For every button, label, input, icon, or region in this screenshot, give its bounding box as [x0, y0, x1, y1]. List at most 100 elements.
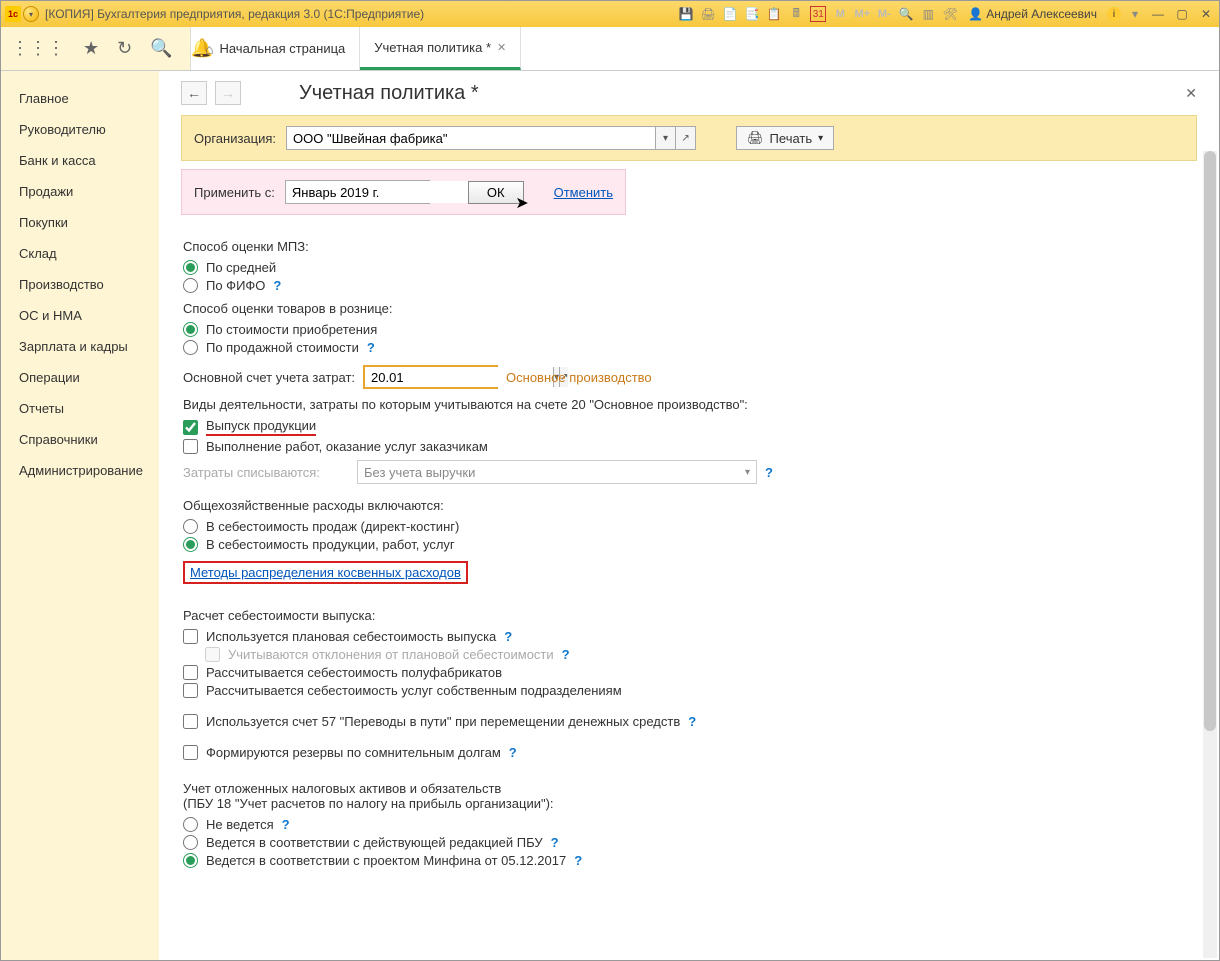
save-icon[interactable]: 💾 [678, 6, 694, 22]
history-icon[interactable]: ↻ [117, 38, 132, 59]
tab-home[interactable]: ⌂ Начальная страница [191, 27, 360, 70]
search-icon[interactable]: 🔍 [150, 38, 172, 59]
semiproducts-check[interactable] [183, 665, 198, 680]
overhead-direct-radio[interactable] [183, 519, 198, 534]
nav-main[interactable]: Главное [1, 83, 159, 114]
memory-mminus-icon[interactable]: M- [876, 6, 892, 22]
nav-assets[interactable]: ОС и НМА [1, 300, 159, 331]
calculator-icon[interactable]: 🖩 [788, 6, 804, 22]
memory-mplus-icon[interactable]: M+ [854, 6, 870, 22]
calendar-icon[interactable]: 31 [810, 6, 826, 22]
help-icon[interactable]: ? [282, 817, 290, 832]
apps-icon[interactable]: ⋮⋮⋮ [11, 38, 65, 59]
apply-date-field[interactable]: … [285, 180, 430, 204]
retail-sale-label: По продажной стоимости [206, 340, 359, 355]
nav-warehouse[interactable]: Склад [1, 238, 159, 269]
deferred-none-radio[interactable] [183, 817, 198, 832]
window-titlebar: 1c ▾ [КОПИЯ] Бухгалтерия предприятия, ре… [1, 1, 1219, 27]
deferred-label-2: (ПБУ 18 "Учет расчетов по налогу на приб… [183, 796, 1195, 811]
dropdown-icon[interactable]: ▾ [1127, 6, 1143, 22]
print-icon[interactable]: 🖨 [700, 6, 716, 22]
tab-accounting-policy[interactable]: Учетная политика * ✕ [360, 27, 521, 70]
help-icon[interactable]: ? [504, 629, 512, 644]
copy-icon[interactable]: 📋 [766, 6, 782, 22]
account57-check[interactable] [183, 714, 198, 729]
output-products-label: Выпуск продукции [206, 418, 316, 436]
nav-bank[interactable]: Банк и касса [1, 145, 159, 176]
mpz-fifo-radio[interactable] [183, 278, 198, 293]
deferred-project-radio[interactable] [183, 853, 198, 868]
print-button[interactable]: 🖨 Печать ▾ [736, 126, 834, 150]
tools-icon[interactable]: 🛠 [942, 6, 958, 22]
help-icon[interactable]: ? [688, 714, 696, 729]
app-menu-icon[interactable]: ▾ [23, 6, 39, 22]
planned-cost-label: Используется плановая себестоимость выпу… [206, 629, 496, 644]
retail-cost-radio[interactable] [183, 322, 198, 337]
printer-icon: 🖨 [747, 130, 764, 146]
cost-account-field[interactable]: ▾ ↗ [363, 365, 498, 389]
nav-operations[interactable]: Операции [1, 362, 159, 393]
help-icon[interactable]: ? [367, 340, 375, 355]
window-title: [КОПИЯ] Бухгалтерия предприятия, редакци… [45, 7, 424, 21]
nav-back-button[interactable]: ← [181, 81, 207, 105]
minimize-button[interactable]: — [1149, 6, 1167, 22]
zoom-icon[interactable]: 🔍 [898, 6, 914, 22]
mpz-avg-radio[interactable] [183, 260, 198, 275]
planned-cost-check[interactable] [183, 629, 198, 644]
output-products-check[interactable] [183, 420, 198, 435]
close-window-button[interactable]: ✕ [1197, 6, 1215, 22]
help-icon[interactable]: ? [562, 647, 570, 662]
close-page-button[interactable]: ✕ [1185, 85, 1197, 102]
retail-sale-radio[interactable] [183, 340, 198, 355]
services-check[interactable] [183, 439, 198, 454]
help-icon[interactable]: ? [509, 745, 517, 760]
open-ref-icon[interactable]: ↗ [675, 127, 695, 149]
maximize-button[interactable]: ▢ [1173, 6, 1191, 22]
mpz-fifo-label: По ФИФО [206, 278, 265, 293]
user-name: Андрей Алексеевич [986, 7, 1097, 21]
ok-label: ОК [487, 185, 505, 200]
favorite-icon[interactable]: ★ [83, 38, 99, 59]
document-icon[interactable]: 📄 [722, 6, 738, 22]
deferred-pbu-radio[interactable] [183, 835, 198, 850]
apply-date-input[interactable] [286, 181, 474, 203]
nav-reports[interactable]: Отчеты [1, 393, 159, 424]
indirect-methods-link[interactable]: Методы распределения косвенных расходов [190, 565, 461, 580]
vertical-scrollbar[interactable] [1203, 151, 1217, 958]
nav-hr[interactable]: Зарплата и кадры [1, 331, 159, 362]
compare-icon[interactable]: 📑 [744, 6, 760, 22]
chevron-down-icon[interactable]: ▾ [655, 127, 675, 149]
scrollbar-thumb[interactable] [1204, 151, 1216, 731]
tab-label: Учетная политика * [374, 40, 491, 55]
user-badge[interactable]: 👤 Андрей Алексеевич [968, 7, 1097, 21]
memory-m-icon[interactable]: M [832, 6, 848, 22]
nav-manager[interactable]: Руководителю [1, 114, 159, 145]
deferred-label-1: Учет отложенных налоговых активов и обяз… [183, 781, 1195, 796]
info-icon[interactable]: i [1107, 7, 1121, 21]
writeoff-select: Без учета выручки ▾ [357, 460, 757, 484]
apply-from-label: Применить с: [194, 185, 275, 200]
organization-field[interactable]: ▾ ↗ [286, 126, 696, 150]
retail-cost-label: По стоимости приобретения [206, 322, 377, 337]
help-icon[interactable]: ? [765, 465, 773, 480]
nav-catalogs[interactable]: Справочники [1, 424, 159, 455]
writeoff-value: Без учета выручки [364, 465, 475, 480]
help-icon[interactable]: ? [574, 853, 582, 868]
overhead-cost-radio[interactable] [183, 537, 198, 552]
reserves-check[interactable] [183, 745, 198, 760]
close-tab-icon[interactable]: ✕ [497, 41, 506, 54]
own-services-check[interactable] [183, 683, 198, 698]
help-icon[interactable]: ? [551, 835, 559, 850]
help-icon[interactable]: ? [273, 278, 281, 293]
nav-production[interactable]: Производство [1, 269, 159, 300]
nav-admin[interactable]: Администрирование [1, 455, 159, 486]
mpz-label: Способ оценки МПЗ: [183, 239, 1195, 254]
own-services-label: Рассчитывается себестоимость услуг собст… [206, 683, 622, 698]
cancel-link[interactable]: Отменить [554, 185, 613, 200]
nav-purchases[interactable]: Покупки [1, 207, 159, 238]
nav-sales[interactable]: Продажи [1, 176, 159, 207]
nav-forward-button[interactable]: → [215, 81, 241, 105]
organization-input[interactable] [287, 127, 655, 149]
ok-button[interactable]: ОК ➤ [468, 181, 524, 204]
panels-icon[interactable]: ▥ [920, 6, 936, 22]
